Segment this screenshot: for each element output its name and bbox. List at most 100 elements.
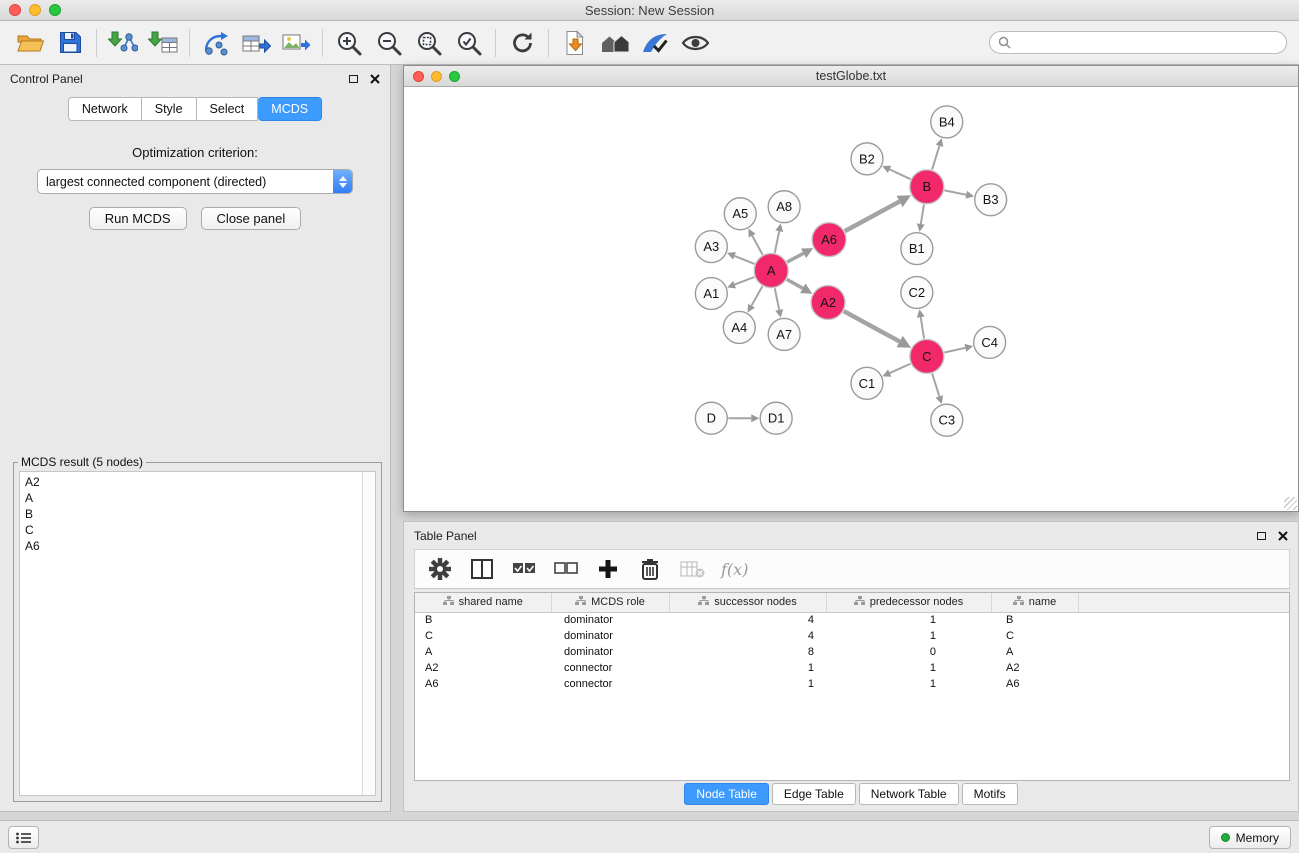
- column-header-name[interactable]: name: [991, 593, 1078, 612]
- tab-select[interactable]: Select: [197, 97, 259, 121]
- function-builder-button[interactable]: f(x): [721, 554, 748, 584]
- table-row[interactable]: Cdominator41C: [415, 628, 1289, 644]
- network-graph[interactable]: AA6A2BCA5A8A3A1A4A7B2B4B3B1C2C4C1C3DD1: [404, 88, 1298, 511]
- network-canvas[interactable]: AA6A2BCA5A8A3A1A4A7B2B4B3B1C2C4C1C3DD1: [404, 88, 1298, 511]
- graph-edge-B-B4[interactable]: [932, 146, 939, 170]
- apply-style-button[interactable]: [635, 25, 675, 61]
- open-session-button[interactable]: [10, 25, 50, 61]
- graph-edge-A6-B[interactable]: [845, 201, 900, 231]
- run-mcds-button[interactable]: Run MCDS: [89, 207, 187, 230]
- graph-node-label-C: C: [922, 349, 931, 364]
- graph-edge-A-A1[interactable]: [735, 277, 755, 285]
- mcds-result-item[interactable]: A: [25, 490, 357, 506]
- mcds-result-item[interactable]: A2: [25, 474, 357, 490]
- tab-motifs[interactable]: Motifs: [962, 783, 1018, 805]
- column-header-mcds-role[interactable]: MCDS role: [551, 593, 669, 612]
- table-row[interactable]: A2connector11A2: [415, 660, 1289, 676]
- refresh-icon: [509, 29, 536, 56]
- export-table-button[interactable]: [236, 25, 276, 61]
- tab-network[interactable]: Network: [68, 97, 142, 121]
- float-panel-icon[interactable]: [349, 75, 358, 83]
- graph-edge-arrow: [965, 191, 974, 199]
- zoom-fit-button[interactable]: [409, 25, 449, 61]
- graph-edge-C-C4[interactable]: [944, 348, 965, 353]
- add-column-button[interactable]: [595, 554, 621, 584]
- zoom-in-button[interactable]: [329, 25, 369, 61]
- table-row[interactable]: A6connector11A6: [415, 676, 1289, 692]
- close-panel-icon[interactable]: [370, 74, 380, 84]
- close-window-button[interactable]: [9, 4, 21, 16]
- tab-network-table[interactable]: Network Table: [859, 783, 959, 805]
- graph-edge-B-B1[interactable]: [921, 204, 924, 224]
- graph-edge-A-A2[interactable]: [787, 279, 803, 288]
- graph-edge-C-C3[interactable]: [932, 374, 939, 397]
- show-hide-button[interactable]: [675, 25, 715, 61]
- table-cell-filler: [1078, 660, 1289, 676]
- minimize-network-window-button[interactable]: [431, 71, 442, 82]
- graph-edge-C-C2[interactable]: [921, 317, 924, 338]
- home-button[interactable]: [595, 25, 635, 61]
- memory-button[interactable]: Memory: [1209, 826, 1291, 849]
- graph-edge-B-B3[interactable]: [944, 190, 966, 194]
- control-panel-header: Control Panel: [0, 65, 390, 92]
- trash-icon: [640, 557, 660, 581]
- column-header-predecessor-nodes[interactable]: predecessor nodes: [826, 593, 991, 612]
- select-all-rows-button[interactable]: [511, 554, 537, 584]
- optimization-criterion-dropdown[interactable]: largest connected component (directed): [37, 169, 353, 194]
- graph-edge-A-A7[interactable]: [775, 288, 779, 310]
- result-scrollbar[interactable]: [362, 472, 375, 795]
- graph-edge-A-A8[interactable]: [775, 231, 779, 253]
- tab-edge-table[interactable]: Edge Table: [772, 783, 856, 805]
- tab-mcds[interactable]: MCDS: [258, 97, 322, 121]
- close-panel-button[interactable]: Close panel: [201, 207, 302, 230]
- graph-edge-A-A4[interactable]: [751, 286, 762, 305]
- session-file-button[interactable]: [555, 25, 595, 61]
- export-image-button[interactable]: [276, 25, 316, 61]
- tab-style[interactable]: Style: [142, 97, 197, 121]
- graph-node-label-A8: A8: [776, 199, 792, 214]
- import-network-button[interactable]: [103, 25, 143, 61]
- tab-node-table[interactable]: Node Table: [684, 783, 769, 805]
- plus-icon: [597, 558, 619, 580]
- deselect-all-rows-button[interactable]: [553, 554, 579, 584]
- task-history-button[interactable]: [8, 826, 39, 849]
- column-header-shared-name[interactable]: shared name: [415, 593, 551, 612]
- destroy-table-button[interactable]: [679, 554, 705, 584]
- float-table-panel-icon[interactable]: [1257, 532, 1266, 540]
- graph-edge-A2-C[interactable]: [844, 311, 900, 341]
- graph-edge-B-B2[interactable]: [890, 169, 911, 179]
- graph-edge-A-A3[interactable]: [734, 256, 754, 264]
- graph-edge-arrow: [936, 395, 944, 404]
- close-table-panel-icon[interactable]: [1278, 531, 1288, 541]
- table-row[interactable]: Bdominator41B: [415, 612, 1289, 628]
- mcds-result-item[interactable]: A6: [25, 538, 357, 554]
- resize-grip[interactable]: [1284, 497, 1297, 510]
- table-settings-button[interactable]: [427, 554, 453, 584]
- table-cell: A2: [415, 660, 551, 676]
- graph-edge-A-A6[interactable]: [787, 253, 804, 262]
- graph-edge-C-C1[interactable]: [890, 364, 911, 373]
- search-box[interactable]: [989, 31, 1287, 54]
- mcds-result-item[interactable]: B: [25, 506, 357, 522]
- graph-node-label-C2: C2: [909, 285, 926, 300]
- maximize-network-window-button[interactable]: [449, 71, 460, 82]
- mcds-result-item[interactable]: C: [25, 522, 357, 538]
- column-header-successor-nodes[interactable]: successor nodes: [669, 593, 826, 612]
- refresh-view-button[interactable]: [502, 25, 542, 61]
- zoom-out-button[interactable]: [369, 25, 409, 61]
- export-network-button[interactable]: [196, 25, 236, 61]
- minimize-window-button[interactable]: [29, 4, 41, 16]
- close-network-window-button[interactable]: [413, 71, 424, 82]
- graph-node-label-B1: B1: [909, 241, 925, 256]
- save-session-button[interactable]: [50, 25, 90, 61]
- graph-edge-A-A5[interactable]: [752, 236, 762, 255]
- graph-node-label-B: B: [923, 179, 932, 194]
- maximize-window-button[interactable]: [49, 4, 61, 16]
- show-columns-button[interactable]: [469, 554, 495, 584]
- table-row[interactable]: Adominator80A: [415, 644, 1289, 660]
- search-input[interactable]: [1016, 36, 1278, 50]
- delete-column-button[interactable]: [637, 554, 663, 584]
- zoom-selected-button[interactable]: [449, 25, 489, 61]
- dropdown-stepper-icon[interactable]: [333, 169, 352, 194]
- import-table-button[interactable]: [143, 25, 183, 61]
